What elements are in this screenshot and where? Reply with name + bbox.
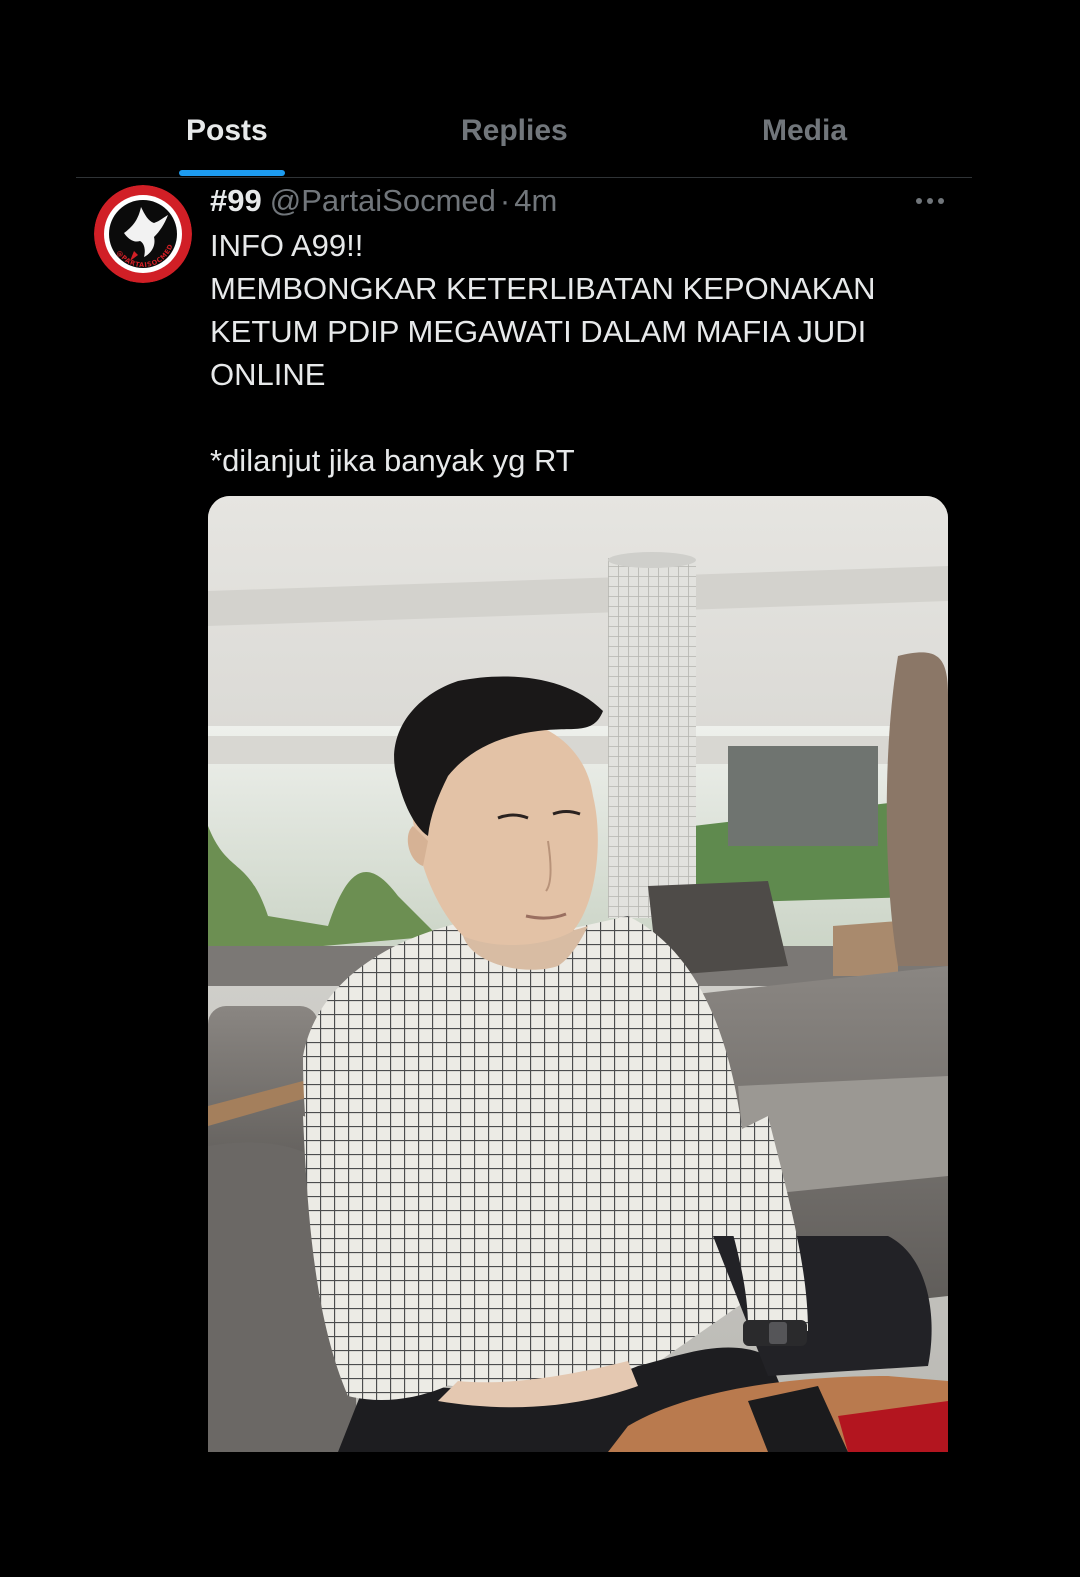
dove-logo-icon: @PARTAISOCMED xyxy=(94,185,192,283)
active-tab-indicator xyxy=(179,170,285,176)
tweet-text: INFO A99!! MEMBONGKAR KETERLIBATAN KEPON… xyxy=(210,224,930,482)
separator-dot: · xyxy=(499,183,511,218)
tweet-header: #99 @PartaiSocmed · 4m xyxy=(210,180,557,222)
profile-tabs: Posts Replies Media xyxy=(76,95,972,178)
tweet-text-line: MEMBONGKAR KETERLIBATAN KEPONAKAN xyxy=(210,271,876,306)
tab-replies[interactable]: Replies xyxy=(461,95,568,176)
display-name[interactable]: #99 xyxy=(210,183,262,218)
tab-posts[interactable]: Posts xyxy=(186,95,268,176)
tab-media[interactable]: Media xyxy=(762,95,847,176)
tweet-text-line: INFO A99!! xyxy=(210,228,364,263)
tweet-text-line: ONLINE xyxy=(210,357,326,392)
user-handle[interactable]: @PartaiSocmed xyxy=(270,183,496,218)
photo-man-seated-in-lounge xyxy=(208,496,948,1452)
tweet-text-line: KETUM PDIP MEGAWATI DALAM MAFIA JUDI xyxy=(210,314,867,349)
tweet-photo[interactable] xyxy=(208,496,948,1452)
more-horizontal-icon[interactable] xyxy=(912,190,948,212)
paragraph-break xyxy=(210,396,930,439)
tweet-timestamp[interactable]: 4m xyxy=(514,183,557,218)
tweet-text-line: *dilanjut jika banyak yg RT xyxy=(210,443,575,478)
avatar[interactable]: @PARTAISOCMED xyxy=(94,185,192,283)
